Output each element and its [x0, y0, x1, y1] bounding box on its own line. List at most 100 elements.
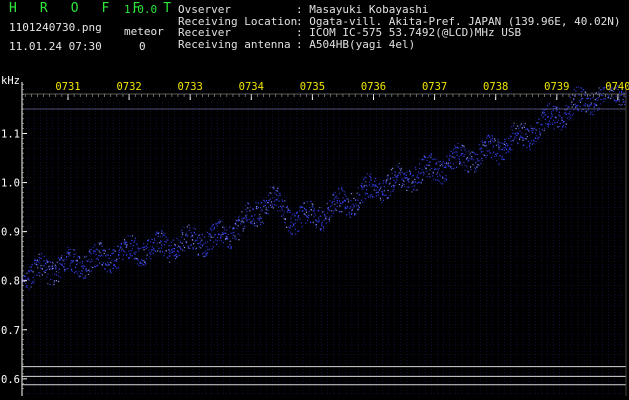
signal-point	[98, 250, 100, 252]
signal-point	[375, 192, 377, 194]
signal-point	[520, 123, 522, 125]
signal-point	[70, 259, 72, 262]
signal-point	[522, 136, 524, 139]
signal-point	[181, 229, 183, 231]
signal-point	[114, 250, 116, 252]
signal-point	[520, 136, 523, 138]
signal-point	[142, 247, 144, 249]
signal-point	[379, 197, 381, 199]
signal-point	[188, 224, 190, 226]
signal-point	[577, 86, 579, 88]
signal-point	[24, 278, 26, 281]
signal-point	[442, 176, 444, 178]
signal-point	[321, 224, 323, 227]
signal-point	[415, 168, 417, 170]
signal-point	[477, 153, 479, 156]
signal-point	[151, 238, 153, 241]
signal-point	[482, 154, 485, 156]
signal-point	[124, 251, 126, 253]
signal-point	[360, 184, 362, 187]
signal-point	[321, 223, 323, 225]
signal-point	[58, 271, 60, 273]
signal-point	[602, 95, 604, 97]
signal-point	[35, 261, 38, 263]
signal-point	[128, 257, 131, 259]
signal-point	[442, 177, 444, 179]
signal-point	[342, 190, 344, 192]
signal-point	[462, 153, 464, 155]
signal-point	[395, 176, 397, 178]
signal-point	[381, 190, 383, 193]
signal-point	[368, 175, 371, 177]
signal-point	[323, 213, 326, 215]
signal-point	[460, 153, 463, 155]
signal-point	[220, 236, 222, 238]
signal-point	[70, 262, 72, 264]
signal-point	[528, 130, 530, 132]
signal-point	[108, 248, 110, 250]
signal-point	[421, 158, 424, 160]
signal-point	[59, 259, 61, 261]
signal-point	[426, 164, 428, 166]
signal-point	[562, 121, 564, 124]
signal-point	[519, 137, 521, 139]
signal-point	[556, 121, 558, 123]
signal-point	[97, 264, 99, 266]
signal-point	[55, 271, 58, 273]
signal-point	[104, 250, 106, 252]
signal-point	[543, 111, 546, 114]
signal-point	[190, 236, 192, 238]
signal-point	[544, 118, 546, 120]
signal-point	[28, 288, 30, 290]
signal-point	[247, 207, 249, 209]
signal-point	[297, 219, 299, 221]
signal-point	[215, 223, 217, 226]
signal-point	[468, 159, 470, 161]
signal-point	[418, 181, 420, 183]
signal-point	[98, 242, 100, 244]
signal-point	[97, 258, 100, 261]
signal-point	[331, 204, 333, 206]
signal-point	[298, 230, 300, 232]
signal-point	[374, 177, 377, 180]
signal-point	[375, 185, 377, 187]
signal-point	[555, 117, 557, 119]
signal-point	[450, 150, 452, 152]
signal-point	[181, 234, 184, 236]
signal-point	[342, 197, 344, 199]
signal-point	[226, 237, 228, 239]
signal-point	[413, 188, 415, 190]
signal-point	[113, 249, 115, 251]
signal-point	[590, 102, 592, 104]
signal-point	[511, 129, 513, 131]
signal-point	[229, 226, 231, 228]
signal-point	[366, 173, 368, 175]
signal-point	[76, 271, 78, 273]
signal-point	[339, 205, 341, 207]
signal-point	[139, 248, 141, 250]
signal-point	[591, 92, 593, 94]
signal-point	[135, 257, 137, 259]
signal-point	[476, 166, 478, 168]
signal-point	[583, 89, 585, 91]
signal-point	[66, 252, 68, 254]
signal-point	[389, 179, 391, 181]
signal-point	[280, 215, 283, 217]
signal-point	[61, 263, 63, 265]
signal-point	[37, 261, 39, 263]
signal-point	[398, 172, 400, 174]
signal-point	[458, 160, 461, 163]
signal-point	[176, 246, 178, 249]
signal-point	[546, 123, 549, 125]
signal-point	[233, 231, 235, 233]
signal-point	[488, 135, 490, 137]
signal-point	[493, 151, 495, 153]
signal-point	[356, 205, 358, 207]
signal-point	[51, 262, 54, 264]
signal-point	[75, 263, 78, 266]
signal-point	[103, 252, 105, 255]
signal-point	[439, 160, 441, 163]
signal-point	[65, 256, 68, 258]
signal-point	[319, 215, 322, 217]
signal-point	[56, 274, 58, 276]
